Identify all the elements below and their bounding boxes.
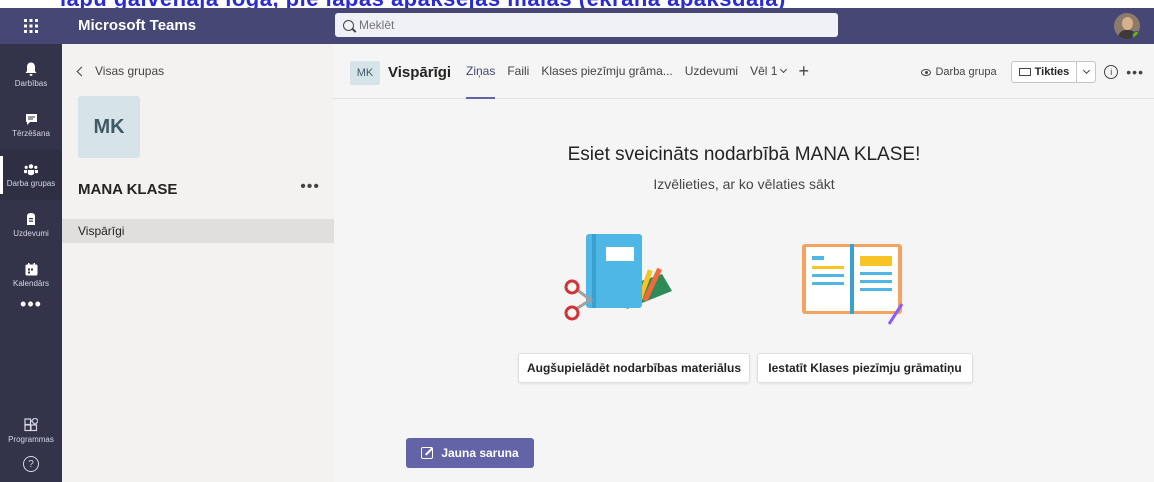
channel-item-general[interactable]: Vispārīgi (62, 219, 334, 243)
rail-item-teams[interactable]: Darba grupas (0, 150, 62, 200)
rail-label: Darbības (14, 79, 48, 88)
team-avatar: MK (78, 96, 140, 158)
overlay-caption: lapu galvenajā logā, pie lapas apakšējās… (0, 0, 1154, 8)
tab-assignments[interactable]: Uzdevumi (685, 44, 738, 99)
calendar-icon (24, 262, 38, 276)
team-sidebar: Visas grupas MK MANA KLASE ••• Vispārīgi (62, 44, 334, 482)
upload-materials-illustration (564, 234, 672, 321)
tab-class-notebook[interactable]: Klases piezīmju grāma... (541, 44, 672, 99)
chevron-left-icon (76, 66, 87, 76)
rail-item-calendar[interactable]: Kalendārs (0, 250, 62, 300)
video-camera-icon (1018, 68, 1031, 76)
rail-item-activity[interactable]: Darbības (0, 50, 62, 100)
back-to-teams-link[interactable]: Visas grupas (76, 64, 165, 78)
class-notebook-illustration (802, 244, 904, 325)
overlay-caption-text: lapu galvenajā logā, pie lapas apakšējās… (60, 0, 786, 8)
setup-notebook-button[interactable]: Iestatīt Klases piezīmju grāmatiņu (757, 353, 973, 383)
team-name: MANA KLASE (78, 181, 178, 198)
channel-header-actions: Darba grupa Tikties i ••• (915, 60, 1144, 84)
meet-now-button[interactable]: Tikties (1010, 61, 1097, 83)
team-privacy-label: Darba grupa (935, 66, 997, 78)
title-bar: Microsoft Teams (0, 8, 1154, 44)
bell-icon (24, 62, 38, 76)
info-icon[interactable]: i (1104, 65, 1119, 79)
app-name: Microsoft Teams (78, 17, 197, 34)
meet-now-dropdown[interactable] (1077, 62, 1095, 82)
rail-label: Tērzēšana (12, 129, 50, 138)
app-rail: Darbības Tērzēšana Darba grupas Uzdevumi… (0, 44, 62, 482)
add-tab-button[interactable]: + (798, 61, 809, 82)
tab-files[interactable]: Faili (507, 44, 529, 99)
channel-header: MK Vispārīgi Ziņas Faili Klases piezīmju… (334, 44, 1154, 99)
search-icon (343, 19, 354, 31)
team-privacy-button[interactable]: Darba grupa (915, 66, 1002, 78)
more-options-button[interactable]: ••• (1126, 64, 1144, 80)
chevron-down-icon (1082, 66, 1090, 75)
channel-tabs: Ziņas Faili Klases piezīmju grāma... Uzd… (466, 44, 809, 99)
app-launcher-icon[interactable] (0, 8, 62, 44)
meet-now-label: Tikties (1034, 66, 1070, 78)
meet-now-main[interactable]: Tikties (1012, 62, 1078, 82)
rail-label: Darba grupas (6, 179, 56, 188)
tab-more-label: Vēl 1 (750, 64, 778, 78)
upload-materials-button[interactable]: Augšupielādēt nodarbības materiālus (518, 353, 750, 383)
compose-icon (421, 447, 434, 459)
apps-icon (24, 418, 38, 432)
rail-label: Uzdevumi (13, 229, 49, 238)
user-avatar[interactable] (1114, 13, 1140, 39)
eye-icon (921, 68, 932, 76)
chat-icon (24, 112, 38, 126)
chevron-down-icon (780, 65, 788, 74)
welcome-title: Esiet sveicināts nodarbībā MANA KLASE! (567, 144, 921, 165)
channel-title: Vispārīgi (388, 64, 452, 81)
new-conversation-label: Jauna saruna (441, 446, 519, 460)
teams-icon (24, 162, 38, 176)
welcome-subtitle: Izvēlieties, ar ko vēlaties sākt (653, 176, 835, 192)
rail-label: Programmas (8, 435, 54, 444)
rail-item-help[interactable]: ? (0, 444, 62, 482)
channel-team-avatar: MK (350, 61, 380, 85)
help-icon: ? (23, 456, 39, 472)
assignments-icon (24, 212, 38, 226)
main-content: MK Vispārīgi Ziņas Faili Klases piezīmju… (334, 44, 1154, 482)
search-box[interactable] (335, 13, 838, 37)
search-input[interactable] (359, 18, 799, 32)
back-label: Visas grupas (95, 64, 165, 78)
status-available-icon (1132, 31, 1140, 39)
new-conversation-button[interactable]: Jauna saruna (406, 438, 534, 468)
rail-item-assignments[interactable]: Uzdevumi (0, 200, 62, 250)
more-apps-button[interactable]: ••• (0, 294, 62, 315)
tab-more[interactable]: Vēl 1 (750, 44, 788, 99)
team-more-options-button[interactable]: ••• (300, 178, 320, 196)
rail-item-chat[interactable]: Tērzēšana (0, 100, 62, 150)
tab-posts[interactable]: Ziņas (466, 44, 496, 99)
rail-label: Kalendārs (12, 279, 50, 288)
